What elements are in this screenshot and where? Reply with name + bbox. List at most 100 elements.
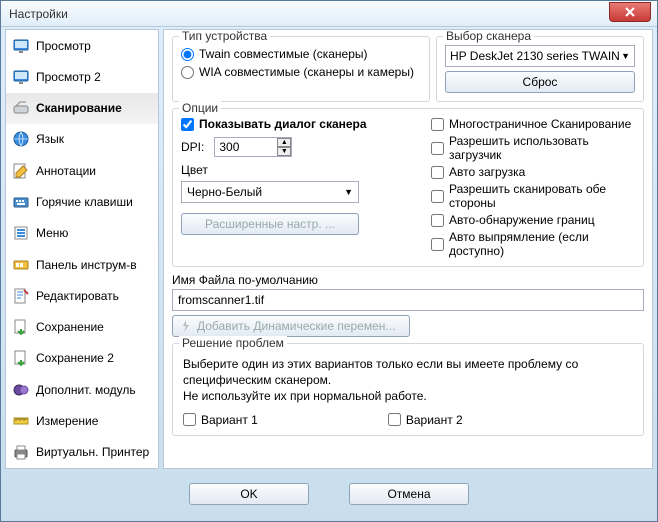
group-options: Опции Показывать диалог сканера DPI: ▲▼ (172, 108, 644, 267)
dynamic-vars-label: Добавить Динамические перемен... (197, 319, 395, 333)
sidebar-label: Измерение (36, 414, 98, 428)
chk-autoload[interactable] (431, 166, 444, 179)
chk-variant1-row[interactable]: Вариант 1 (183, 413, 258, 427)
chk-autoload-row[interactable]: Авто загрузка (431, 165, 635, 179)
chk-autodeskew-row[interactable]: Авто выпрямление (если доступно) (431, 230, 635, 258)
filename-input[interactable] (172, 289, 644, 311)
keyboard-icon (12, 193, 30, 211)
chk-autoedge-label: Авто-обнаружение границ (449, 213, 595, 227)
cancel-button[interactable]: Отмена (349, 483, 469, 505)
sidebar-item-measure[interactable]: Измерение (6, 405, 158, 436)
chk-autodeskew[interactable] (431, 238, 444, 251)
sidebar-item-save[interactable]: Сохранение (6, 312, 158, 343)
chk-autoload-label: Авто загрузка (449, 165, 525, 179)
cancel-label: Отмена (387, 487, 430, 501)
filename-label: Имя Файла по-умолчанию (172, 273, 644, 287)
filename-section: Имя Файла по-умолчанию Добавить Динамиче… (172, 273, 644, 337)
legend-trouble: Решение проблем (179, 336, 287, 350)
chk-show-dialog[interactable] (181, 118, 194, 131)
chk-variant1[interactable] (183, 413, 196, 426)
sidebar-label: Просмотр 2 (36, 70, 101, 84)
sidebar-item-view2[interactable]: Просмотр 2 (6, 61, 158, 92)
chk-autoedge[interactable] (431, 214, 444, 227)
chk-bothsides[interactable] (431, 190, 444, 203)
reset-button[interactable]: Сброс (445, 71, 635, 93)
chk-show-dialog-label: Показывать диалог сканера (199, 117, 367, 131)
radio-twain[interactable] (181, 48, 194, 61)
advanced-label: Расширенные настр. ... (205, 217, 335, 231)
printer-icon (12, 443, 30, 461)
globe-icon (12, 130, 30, 148)
chk-autoedge-row[interactable]: Авто-обнаружение границ (431, 213, 635, 227)
chk-variant1-label: Вариант 1 (201, 413, 258, 427)
titlebar: Настройки (1, 1, 657, 27)
monitor-icon (12, 68, 30, 86)
scanner-dropdown[interactable]: HP DeskJet 2130 series TWAIN ▼ (445, 45, 635, 67)
sidebar-label: Аннотации (36, 164, 96, 178)
chk-bothsides-label: Разрешить сканировать обе стороны (449, 182, 635, 210)
group-device-type: Тип устройства Twain совместимые (сканер… (172, 36, 430, 102)
scanner-selected: HP DeskJet 2130 series TWAIN (450, 49, 620, 63)
sidebar-label: Виртуальн. Принтер (36, 445, 149, 459)
chevron-down-icon: ▼ (621, 51, 630, 61)
sidebar-item-vprinter[interactable]: Виртуальн. Принтер (6, 437, 158, 468)
chk-multipage-row[interactable]: Многостраничное Сканирование (431, 117, 635, 131)
chk-bothsides-row[interactable]: Разрешить сканировать обе стороны (431, 182, 635, 210)
main-panel: Тип устройства Twain совместимые (сканер… (163, 29, 653, 469)
dynamic-vars-button[interactable]: Добавить Динамические перемен... (172, 315, 410, 337)
color-label: Цвет (181, 163, 431, 177)
sidebar-label: Сохранение (36, 320, 104, 334)
close-icon (625, 7, 635, 17)
dpi-label: DPI: (181, 140, 204, 154)
color-dropdown[interactable]: Черно-Белый ▼ (181, 181, 359, 203)
sidebar-item-plugin[interactable]: Дополнит. модуль (6, 374, 158, 405)
sidebar-item-view[interactable]: Просмотр (6, 30, 158, 61)
ok-button[interactable]: OK (189, 483, 309, 505)
chk-variant2-row[interactable]: Вариант 2 (388, 413, 463, 427)
window-title: Настройки (9, 7, 68, 21)
sidebar-label: Просмотр (36, 39, 91, 53)
ruler-icon (12, 412, 30, 430)
sidebar-label: Панель инструм-в (36, 258, 137, 272)
sidebar-item-language[interactable]: Язык (6, 124, 158, 155)
sidebar-item-save2[interactable]: Сохранение 2 (6, 343, 158, 374)
sidebar-item-hotkeys[interactable]: Горячие клавиши (6, 186, 158, 217)
chk-variant2-label: Вариант 2 (406, 413, 463, 427)
radio-twain-label: Twain совместимые (сканеры) (199, 47, 368, 61)
scanner-icon (12, 99, 30, 117)
sidebar-item-edit[interactable]: Редактировать (6, 280, 158, 311)
sidebar-item-menu[interactable]: Меню (6, 218, 158, 249)
radio-wia-label: WIA совместимые (сканеры и камеры) (199, 65, 414, 79)
toolbar-icon (12, 256, 30, 274)
edit-icon (12, 287, 30, 305)
radio-wia-row[interactable]: WIA совместимые (сканеры и камеры) (181, 65, 421, 79)
chk-feeder-label: Разрешить использовать загрузчик (449, 134, 635, 162)
chk-multipage-label: Многостраничное Сканирование (449, 117, 631, 131)
radio-twain-row[interactable]: Twain совместимые (сканеры) (181, 47, 421, 61)
legend-options: Опции (179, 101, 221, 115)
legend-device: Тип устройства (179, 29, 270, 43)
legend-scanner: Выбор сканера (443, 29, 534, 43)
sidebar-item-toolbar[interactable]: Панель инструм-в (6, 249, 158, 280)
sidebar-item-annotations[interactable]: Аннотации (6, 155, 158, 186)
chk-show-dialog-row[interactable]: Показывать диалог сканера (181, 117, 431, 131)
close-button[interactable] (609, 2, 651, 22)
advanced-settings-button[interactable]: Расширенные настр. ... (181, 213, 359, 235)
dpi-spinner[interactable]: ▲▼ (277, 138, 291, 156)
chk-feeder[interactable] (431, 142, 444, 155)
sidebar-label: Язык (36, 132, 64, 146)
chk-autodeskew-label: Авто выпрямление (если доступно) (449, 230, 635, 258)
pencil-icon (12, 162, 30, 180)
radio-wia[interactable] (181, 66, 194, 79)
chevron-up-icon[interactable]: ▲ (277, 138, 291, 147)
chk-feeder-row[interactable]: Разрешить использовать загрузчик (431, 134, 635, 162)
lightning-icon (181, 320, 191, 332)
trouble-text: Выберите один из этих вариантов только е… (183, 356, 633, 405)
sidebar-label: Дополнит. модуль (36, 383, 136, 397)
sidebar-item-scan[interactable]: Сканирование (6, 93, 158, 124)
chevron-down-icon[interactable]: ▼ (277, 147, 291, 156)
save-icon (12, 349, 30, 367)
plugin-icon (12, 381, 30, 399)
chk-variant2[interactable] (388, 413, 401, 426)
chk-multipage[interactable] (431, 118, 444, 131)
